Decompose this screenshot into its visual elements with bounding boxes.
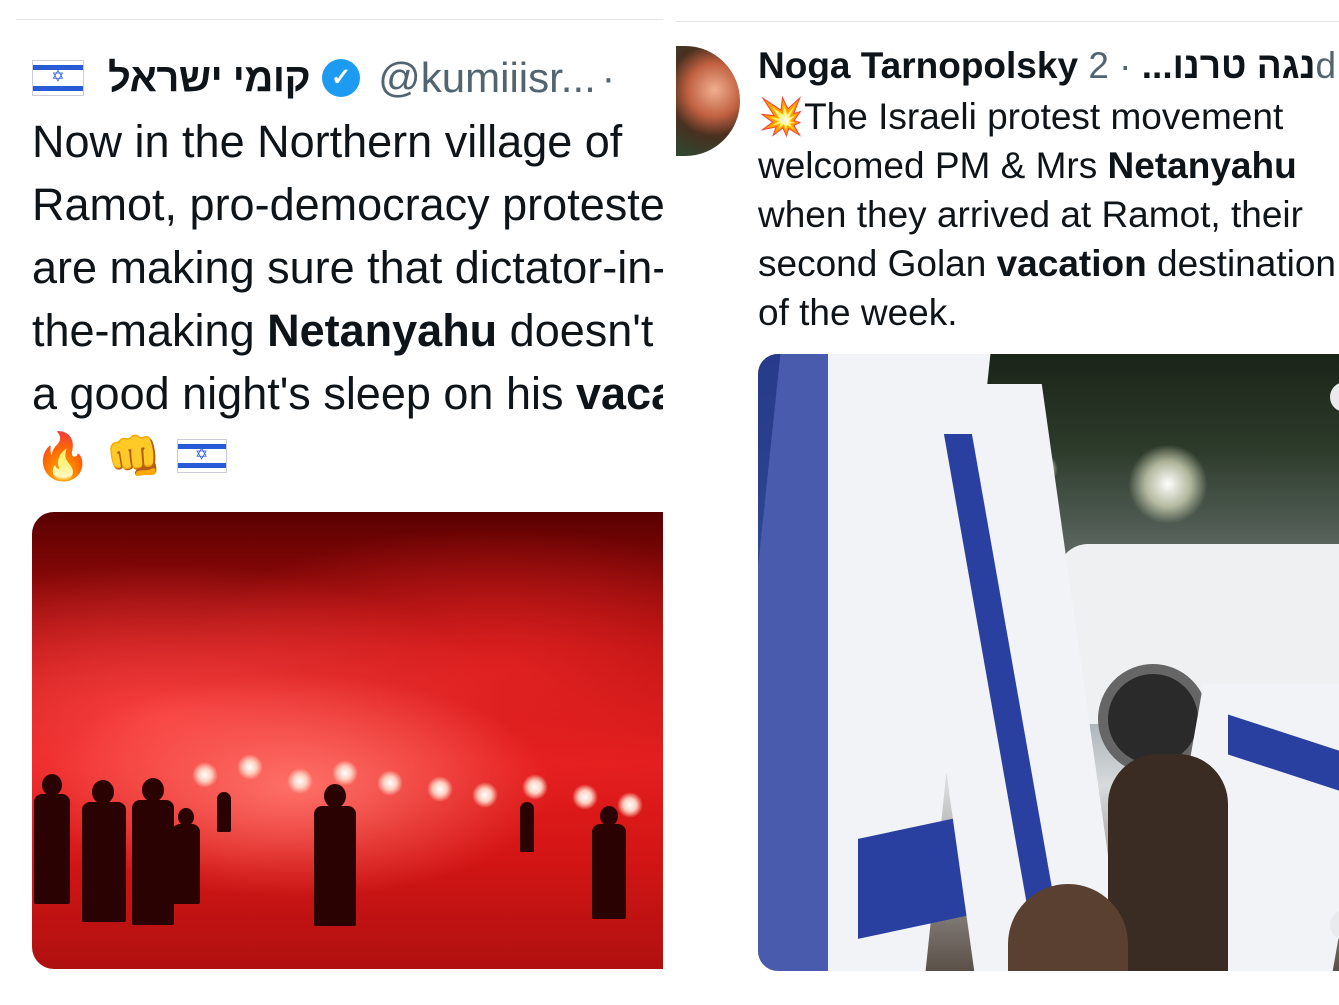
tweet-text-line: second Golan xyxy=(758,243,997,284)
emoji-row: 🔥 👊 ✡ xyxy=(34,428,227,484)
flare-light xyxy=(287,768,313,794)
tweet-text-line: when they arrived at Ramot, their xyxy=(758,194,1303,235)
flare-light xyxy=(572,784,598,810)
highlighted-term: vacation xyxy=(996,243,1147,284)
flare-light xyxy=(522,774,548,800)
right-tweet-panel: Noga Tarnopolsky נגה טרנו... · 2d 💥The I… xyxy=(676,0,1339,1005)
panel-divider xyxy=(663,0,676,1005)
tweet-text: Now in the Northern village of Ramot, pr… xyxy=(32,110,663,425)
israel-flag-icon: ✡ xyxy=(176,439,227,473)
person-silhouette xyxy=(132,800,174,925)
tweet-text-fragment: doesn't get xyxy=(509,305,654,356)
display-name[interactable]: קומי ישראל xyxy=(108,52,311,104)
flare-light xyxy=(472,782,498,808)
display-name[interactable]: Noga Tarnopolsky נגה טרנו... xyxy=(758,45,1315,86)
flag-stripe xyxy=(758,354,828,971)
highlighted-term: vacation xyxy=(575,368,663,419)
user-handle[interactable]: @kumiiisr... xyxy=(378,52,596,104)
separator-dot: · xyxy=(601,56,616,100)
fist-icon: 👊 xyxy=(105,429,163,483)
person-silhouette xyxy=(520,802,534,852)
tweet-text-line: are making sure that dictator-in- xyxy=(32,242,663,293)
israel-flag-icon: ✡ xyxy=(32,60,84,96)
tweet-text-line: The Israeli protest movement xyxy=(804,96,1284,137)
person-silhouette xyxy=(324,784,346,808)
person-silhouette xyxy=(592,824,626,919)
tweet-text-line: Now in the Northern village of xyxy=(32,116,623,167)
person-silhouette xyxy=(34,794,70,904)
person-silhouette xyxy=(217,792,231,832)
avatar[interactable] xyxy=(676,46,740,156)
left-tweet-panel: ✡ קומי ישראל ✓ @kumiiisr... · Now in the… xyxy=(0,0,663,1005)
tweet-text-fragment: destination xyxy=(1146,243,1336,284)
tweet-text-line: Ramot, pro-democracy protesters xyxy=(32,179,663,230)
tweet-text-line: of the week. xyxy=(758,292,958,333)
person-silhouette xyxy=(142,778,164,802)
flare-light xyxy=(332,760,358,786)
highlighted-term: Netanyahu xyxy=(267,305,498,356)
tweet-photo[interactable] xyxy=(32,512,663,969)
tweet-text-line: the-making xyxy=(32,305,268,356)
flare-light xyxy=(427,776,453,802)
fire-icon: 🔥 xyxy=(34,429,92,483)
person-silhouette xyxy=(92,780,114,804)
street-light xyxy=(1128,444,1208,524)
person-silhouette xyxy=(314,806,356,926)
divider-line xyxy=(16,19,663,20)
flare-light xyxy=(192,762,218,788)
person-silhouette xyxy=(600,806,618,826)
person-silhouette xyxy=(42,774,62,796)
flare-light xyxy=(237,754,263,780)
caption-icon[interactable]: ⌕ xyxy=(1330,382,1339,412)
highlighted-term: Netanyahu xyxy=(1107,145,1297,186)
tweet-header: Noga Tarnopolsky נגה טרנו... · 2d xyxy=(758,42,1336,90)
tweet-video[interactable]: ⌕ ◖ xyxy=(758,354,1339,971)
tweet-text-line: a good night's sleep on his xyxy=(32,368,576,419)
tweet-text: 💥The Israeli protest movement welcomed P… xyxy=(758,92,1339,337)
flare-light xyxy=(377,770,403,796)
flare-light xyxy=(617,792,643,818)
person-silhouette xyxy=(82,802,126,922)
divider-line xyxy=(676,21,1339,22)
verified-badge-icon: ✓ xyxy=(322,59,361,97)
tweet-text-line: welcomed PM & Mrs xyxy=(758,145,1108,186)
person-silhouette xyxy=(172,824,200,904)
tweet-header: ✡ קומי ישראל ✓ @kumiiisr... · xyxy=(32,52,615,104)
collision-icon: 💥 xyxy=(758,95,805,138)
